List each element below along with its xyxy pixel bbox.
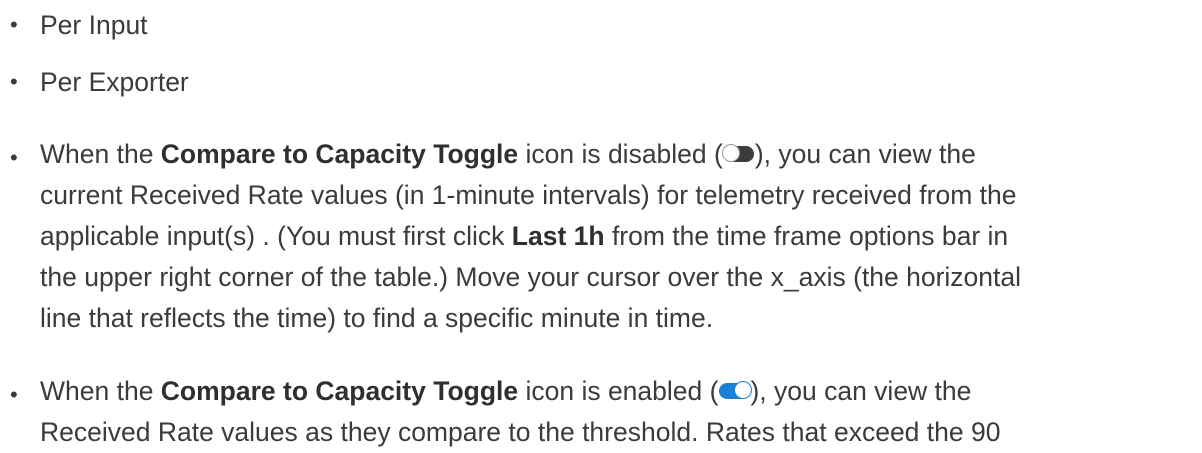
bullet-icon: • — [10, 145, 18, 170]
paragraph-line: applicable input(s) . (You must first cl… — [40, 216, 1200, 257]
text-run: icon is disabled ( — [518, 139, 723, 169]
list-item-text: Per Exporter — [40, 67, 189, 97]
list-item-per-input: Per Input — [40, 5, 1200, 46]
list-item-per-exporter: Per Exporter — [40, 62, 1200, 103]
text-run: ), you can view the — [754, 139, 976, 169]
toggle-on-icon — [719, 381, 753, 399]
paragraph-line: When the Compare to Capacity Toggle icon… — [40, 371, 1200, 412]
text-run: When the — [40, 376, 161, 406]
paragraph-line: the upper right corner of the table.) Mo… — [40, 262, 1021, 292]
document-body: • Per Input • Per Exporter • When the Co… — [0, 0, 1202, 451]
text-run: from the time frame options bar in — [604, 221, 1009, 251]
bullet-icon: • — [10, 69, 18, 94]
bold-text: Last 1h — [511, 221, 605, 251]
list-item-text: Per Input — [40, 10, 148, 40]
text-run: ), you can view the — [750, 376, 972, 406]
toggle-knob — [721, 144, 740, 162]
bold-text: Compare to Capacity Toggle — [160, 376, 519, 406]
bold-text: Compare to Capacity Toggle — [160, 139, 519, 169]
paragraph-line: Received Rate values as they compare to … — [40, 417, 1001, 447]
list-item-toggle-disabled: When the Compare to Capacity Toggle icon… — [40, 134, 1200, 339]
text-run: icon is enabled ( — [518, 376, 719, 406]
bullet-icon: • — [10, 12, 18, 37]
paragraph-line: line that reflects the time) to find a s… — [40, 303, 714, 333]
bullet-icon: • — [10, 382, 18, 407]
list-item-toggle-enabled: When the Compare to Capacity Toggle icon… — [40, 371, 1200, 453]
paragraph-line: current Received Rate values (in 1-minut… — [40, 180, 1017, 210]
toggle-off-icon — [721, 144, 754, 162]
text-run: applicable input(s) . (You must first cl… — [40, 221, 512, 251]
paragraph-line: When the Compare to Capacity Toggle icon… — [40, 134, 1200, 175]
text-run: When the — [40, 139, 161, 169]
